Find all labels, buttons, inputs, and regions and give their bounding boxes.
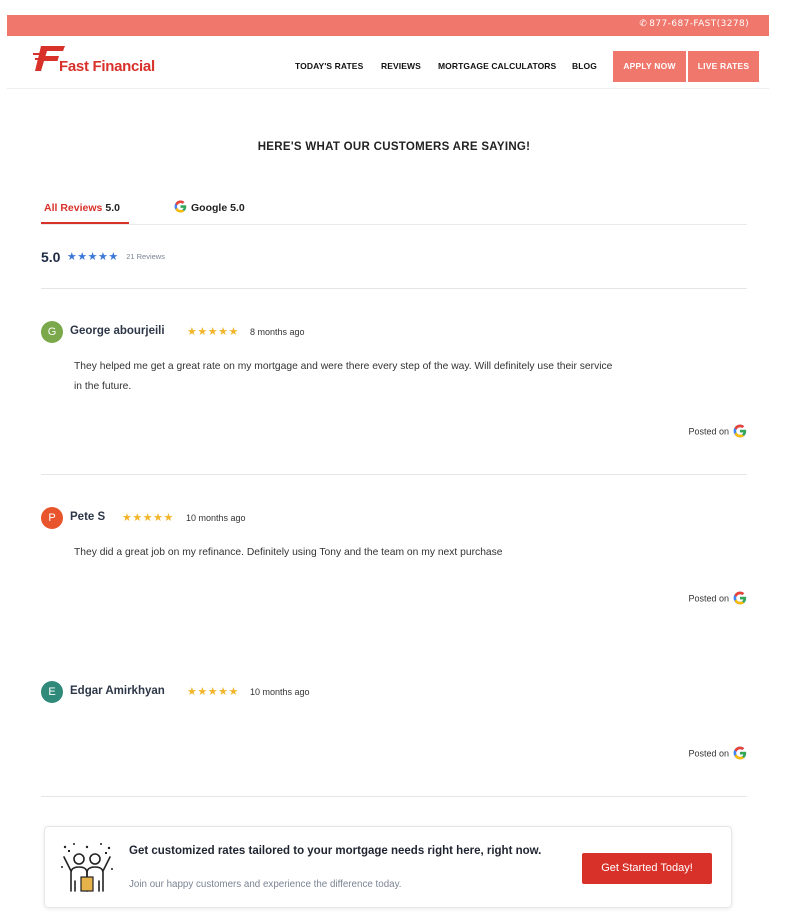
divider [41, 796, 747, 797]
posted-on[interactable]: Posted on [688, 424, 747, 440]
tab-all-reviews[interactable]: All Reviews 5.0 [44, 202, 120, 214]
average-score: 5.0 [41, 248, 61, 265]
posted-on[interactable]: Posted on [688, 591, 747, 607]
apply-now-button[interactable]: APPLY NOW [613, 51, 686, 82]
review-date: 10 months ago [250, 687, 310, 697]
review-count: 21 Reviews [126, 252, 165, 262]
review-text: They did a great job on my refinance. De… [74, 547, 503, 558]
google-g-icon [733, 424, 747, 440]
active-tab-indicator [41, 222, 129, 224]
posted-on-label: Posted on [688, 426, 729, 437]
review-text: They helped me get a great rate on my mo… [74, 361, 613, 392]
top-bar: ✆ 877-687-FAST(3278) [7, 15, 769, 36]
site-header: Fast Financial TODAY'S RATES REVIEWS MOR… [7, 36, 769, 89]
review-stars: ★★★★★ [187, 686, 239, 698]
tab-google-label: Google [191, 201, 228, 214]
get-started-button[interactable]: Get Started Today! [582, 853, 712, 884]
review-card: P Pete S ★★★★★ 10 months ago They did a … [41, 507, 747, 617]
cta-title: Get customized rates tailored to your mo… [129, 845, 542, 857]
nav-mortgage-calculators[interactable]: MORTGAGE CALCULATORS [438, 61, 556, 71]
brand-name: Fast Financial [59, 58, 155, 75]
google-g-icon [174, 200, 187, 216]
posted-on-label: Posted on [688, 748, 729, 759]
nav-reviews[interactable]: REVIEWS [381, 61, 421, 71]
reviewer-name: Edgar Amirkhyan [70, 685, 165, 697]
posted-on-label: Posted on [688, 593, 729, 604]
happy-customers-icon [59, 841, 115, 895]
tab-all-reviews-score: 5.0 [105, 202, 120, 214]
review-tabs: All Reviews 5.0 Google 5.0 [41, 199, 747, 225]
avatar: G [41, 321, 63, 343]
posted-on[interactable]: Posted on [688, 746, 747, 762]
nav-blog[interactable]: BLOG [572, 61, 597, 71]
phone-icon: ✆ [639, 19, 648, 29]
review-date: 8 months ago [250, 327, 305, 337]
reviewer-name: Pete S [70, 511, 106, 523]
cta-card: Get customized rates tailored to your mo… [44, 826, 732, 908]
section-title: HERE'S WHAT OUR CUSTOMERS ARE SAYING! [257, 141, 531, 153]
live-rates-button[interactable]: LIVE RATES [688, 51, 759, 82]
phone-number: 877-687-FAST(3278) [649, 19, 749, 29]
brand-logo[interactable]: Fast Financial [33, 44, 183, 80]
rating-summary: 5.0 ★★★★★ 21 Reviews [41, 248, 165, 268]
reviewer-name: George abourjeili [70, 325, 165, 337]
review-card: G George abourjeili ★★★★★ 8 months ago T… [41, 321, 747, 451]
google-g-icon [733, 591, 747, 607]
tab-google[interactable]: Google 5.0 [174, 200, 245, 216]
divider [41, 474, 747, 475]
review-stars: ★★★★★ [187, 326, 239, 338]
review-stars: ★★★★★ [122, 512, 174, 524]
tab-all-reviews-label: All Reviews [44, 202, 103, 214]
review-card: E Edgar Amirkhyan ★★★★★ 10 months ago Po… [41, 681, 747, 771]
cta-subtitle: Join our happy customers and experience … [129, 879, 402, 890]
divider [41, 288, 747, 289]
phone-link[interactable]: ✆ 877-687-FAST(3278) [639, 19, 749, 29]
nav-todays-rates[interactable]: TODAY'S RATES [295, 61, 363, 71]
avatar: P [41, 507, 63, 529]
summary-stars: ★★★★★ [66, 251, 119, 264]
review-date: 10 months ago [186, 513, 246, 523]
tab-google-score: 5.0 [230, 201, 245, 214]
avatar: E [41, 681, 63, 703]
google-g-icon [733, 746, 747, 762]
